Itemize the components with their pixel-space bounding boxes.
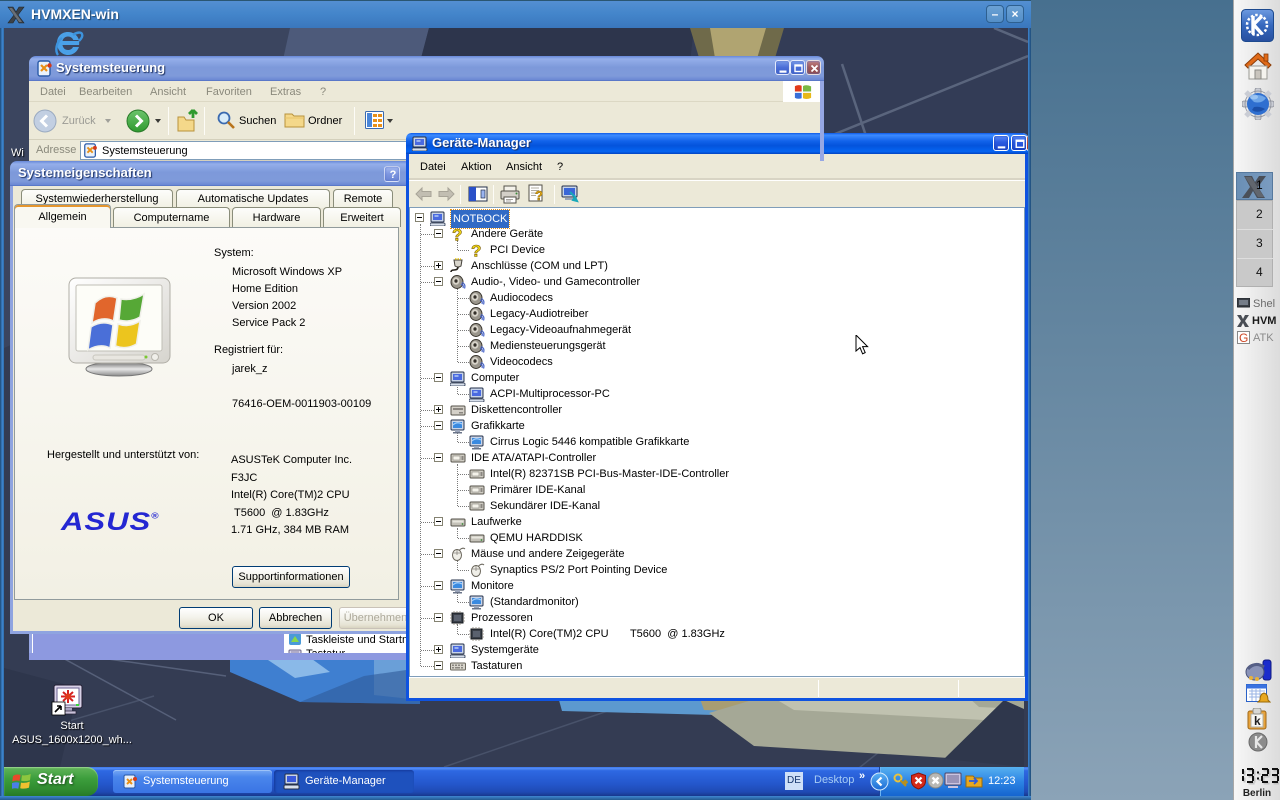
- svg-text:k: k: [1254, 714, 1261, 728]
- svg-text:?: ?: [535, 188, 543, 203]
- svg-text:G: G: [1239, 331, 1248, 344]
